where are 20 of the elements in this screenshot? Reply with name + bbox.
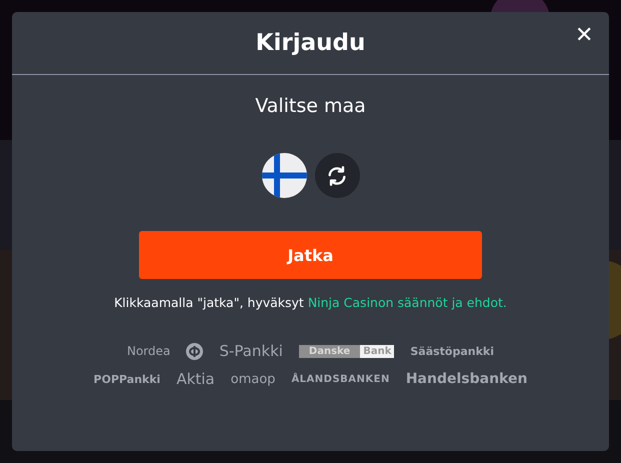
bank-logo: Bank bbox=[360, 344, 394, 358]
bank-logo: omaop bbox=[230, 372, 276, 386]
terms-link[interactable]: Ninja Casinon säännöt ja ehdot. bbox=[308, 295, 507, 310]
bank-logo: S-Pankki bbox=[219, 342, 283, 360]
close-button[interactable]: ✕ bbox=[571, 20, 597, 50]
refresh-icon bbox=[326, 164, 348, 186]
dialog-title: Kirjaudu bbox=[256, 30, 366, 56]
terms-text: Klikkaamalla "jatka", hyväksyt Ninja Casinon säännöt ja ehdot. bbox=[114, 295, 507, 310]
flag-icon[interactable] bbox=[262, 153, 306, 198]
bank-logo: Danske bbox=[298, 344, 360, 358]
continue-button[interactable]: Jatka bbox=[139, 231, 482, 279]
bank-logo: Aktia bbox=[176, 370, 215, 388]
bank-logo: Handelsbanken bbox=[406, 371, 528, 387]
country-prompt: Valitse maa bbox=[255, 95, 366, 117]
bank-logo: Säästöpankki bbox=[410, 344, 494, 358]
change-country-button[interactable] bbox=[314, 153, 360, 198]
bank-logo: ÅLANDSBANKEN bbox=[291, 374, 390, 384]
bank-logo: Nordea bbox=[126, 344, 170, 358]
bank-logo-icon bbox=[186, 342, 204, 360]
bank-logo: POPPankki bbox=[94, 372, 160, 386]
